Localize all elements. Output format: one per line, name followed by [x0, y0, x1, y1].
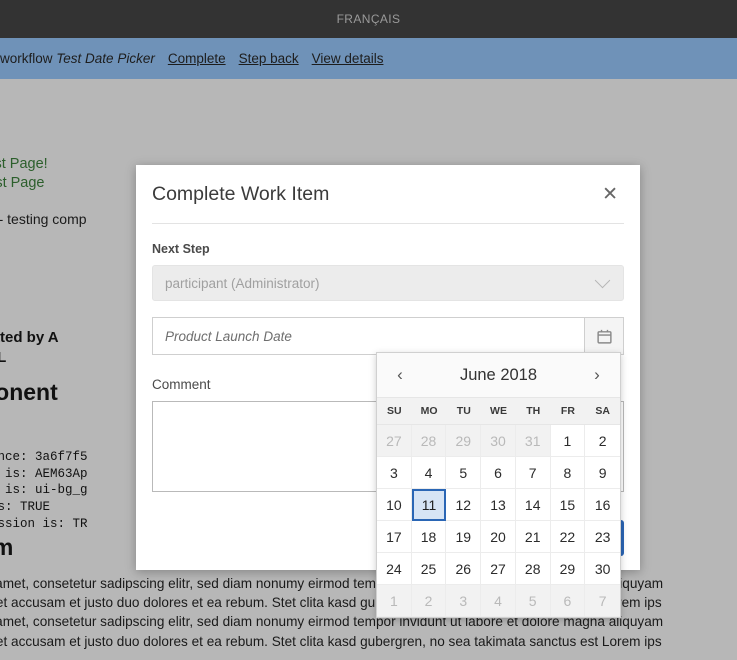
day-cell[interactable]: 29 [446, 425, 482, 457]
date-field-row [152, 317, 624, 355]
prev-month-icon[interactable]: ‹ [389, 364, 411, 386]
dialog-title: Complete Work Item [152, 182, 330, 205]
day-cell[interactable]: 4 [411, 457, 447, 489]
day-cell[interactable]: 26 [446, 553, 482, 585]
day-cell[interactable]: 10 [377, 489, 412, 521]
day-header: TU [456, 405, 471, 417]
next-step-select[interactable]: participant (Administrator) [152, 265, 624, 301]
page-green-heading-1: vent Test Page! [0, 156, 48, 172]
date-picker-header: ‹ June 2018 › [377, 353, 620, 397]
day-header: FR [560, 405, 575, 417]
page-ipsum-title: osum [0, 534, 14, 560]
day-cell[interactable]: 30 [585, 553, 620, 585]
product-launch-date-input[interactable] [152, 317, 584, 355]
day-cell[interactable]: 5 [446, 457, 482, 489]
page-debug-output: del says: o World! is instance: 3a6f7f5 … [0, 450, 88, 531]
workflow-name: Test Date Picker [56, 51, 155, 66]
date-picker-day-headers: SU MO TU WE TH FR SA [377, 397, 620, 425]
day-cell[interactable]: 7 [585, 585, 620, 617]
day-cell[interactable]: 29 [550, 553, 586, 585]
day-cell[interactable]: 28 [411, 425, 447, 457]
day-cell[interactable]: 7 [515, 457, 551, 489]
day-cell[interactable]: 20 [481, 521, 516, 553]
day-cell[interactable]: 4 [481, 585, 516, 617]
day-cell[interactable]: 27 [481, 553, 516, 585]
day-header: MO [420, 405, 438, 417]
day-cell[interactable]: 23 [585, 521, 620, 553]
day-cell[interactable]: 13 [481, 489, 516, 521]
next-step-selected-value: participant (Administrator) [165, 275, 320, 291]
day-cell[interactable]: 1 [377, 585, 412, 617]
page-info-line-2: TL [0, 349, 7, 366]
step-back-link[interactable]: Step back [239, 51, 299, 66]
complete-link[interactable]: Complete [168, 51, 226, 66]
close-icon[interactable]: ✕ [598, 183, 622, 206]
day-cell[interactable]: 21 [515, 521, 551, 553]
next-step-label: Next Step [152, 242, 210, 256]
day-cell[interactable]: 19 [446, 521, 482, 553]
top-bar: FRANÇAIS [0, 0, 737, 38]
page-paragraph-1: bedded - testing comp [0, 211, 87, 227]
day-cell[interactable]: 2 [411, 585, 447, 617]
day-cell[interactable]: 2 [585, 425, 620, 457]
page-green-heading-2: Test Page [0, 175, 45, 191]
next-month-icon[interactable]: › [586, 364, 608, 386]
day-cell-selected[interactable]: 11 [411, 489, 447, 521]
day-cell[interactable]: 30 [481, 425, 516, 457]
day-cell[interactable]: 16 [585, 489, 620, 521]
day-cell[interactable]: 25 [411, 553, 447, 585]
page-info-line-1: Info: Created by A [0, 329, 59, 346]
day-cell[interactable]: 6 [481, 457, 516, 489]
day-cell[interactable]: 3 [377, 457, 412, 489]
day-cell[interactable]: 15 [550, 489, 586, 521]
day-cell[interactable]: 6 [550, 585, 586, 617]
calendar-icon [596, 329, 612, 344]
workflow-bar: workflow Test Date Picker Complete Step … [0, 38, 737, 79]
date-picker-month-title: June 2018 [459, 365, 538, 384]
day-cell[interactable]: 12 [446, 489, 482, 521]
calendar-icon-button[interactable] [584, 317, 624, 355]
day-header: SU [387, 405, 402, 417]
day-cell[interactable]: 14 [515, 489, 551, 521]
day-cell[interactable]: 1 [550, 425, 586, 457]
day-header: SA [595, 405, 610, 417]
day-header: TH [526, 405, 541, 417]
dialog-header: Complete Work Item ✕ [136, 165, 640, 223]
page-component-title: Component [0, 379, 58, 405]
day-cell[interactable]: 3 [446, 585, 482, 617]
date-picker-popup: ‹ June 2018 › SU MO TU WE TH FR SA 27 28 29 30 31 1… [376, 352, 621, 618]
day-cell[interactable]: 17 [377, 521, 412, 553]
workflow-breadcrumb: workflow Test Date Picker [0, 51, 155, 66]
view-details-link[interactable]: View details [312, 51, 384, 66]
day-cell[interactable]: 18 [411, 521, 447, 553]
page-lorem-text: dolor sit amet, consetetur sadipscing el… [0, 576, 664, 649]
chevron-down-icon [594, 272, 611, 288]
day-cell[interactable]: 5 [515, 585, 551, 617]
day-cell[interactable]: 27 [377, 425, 412, 457]
date-picker-day-grid: 27 28 29 30 31 1 2 3 4 5 6 7 8 9 10 11 12 13 14 15 16 17 18 19 2… [377, 425, 620, 617]
day-cell[interactable]: 8 [550, 457, 586, 489]
day-cell[interactable]: 24 [377, 553, 412, 585]
day-cell[interactable]: 22 [550, 521, 586, 553]
day-cell[interactable]: 28 [515, 553, 551, 585]
day-cell[interactable]: 9 [585, 457, 620, 489]
day-header: WE [490, 405, 507, 417]
language-label[interactable]: FRANÇAIS [337, 12, 401, 26]
workflow-prefix: workflow [0, 51, 53, 66]
day-cell[interactable]: 31 [515, 425, 551, 457]
screen-root: FRANÇAIS workflow Test Date Picker Compl… [0, 0, 737, 660]
